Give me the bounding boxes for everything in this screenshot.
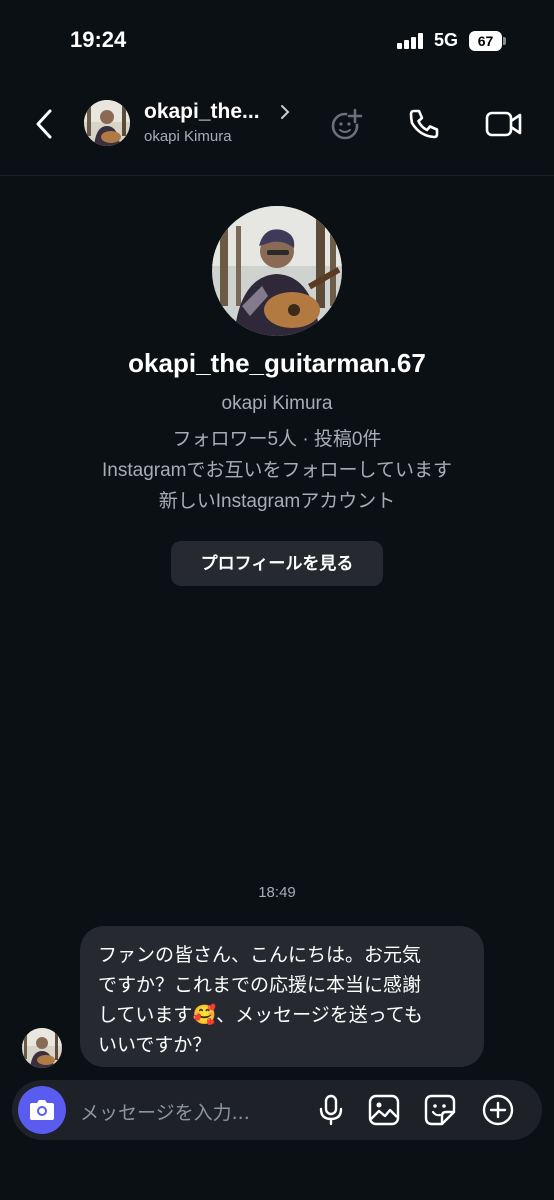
view-profile-button[interactable]: プロフィールを見る [171,541,383,586]
message-line: 、メッセージを送っても [216,1004,423,1026]
sticker-icon[interactable] [423,1093,457,1127]
camera-icon[interactable] [18,1086,66,1134]
microphone-icon[interactable] [314,1093,348,1127]
status-time: 19:24 [70,27,127,52]
header-display-name: okapi Kimura [144,128,232,145]
profile-account-note: 新しいInstagramアカウント [158,491,396,512]
smiling-face-hearts-emoji: 🥰 [192,1004,217,1026]
message-line: ファンの皆さん、こんにちは。お元気 [98,944,422,966]
message-line: いいですか？ [98,1034,212,1056]
profile-display-name: okapi Kimura [221,393,333,414]
battery-level: 67 [469,31,502,51]
phone-icon[interactable] [404,104,444,144]
signal-icon [397,33,425,49]
battery-icon: 67 [469,31,506,51]
back-icon[interactable] [30,106,60,142]
profile-stats: フォロワー5人 · 投稿0件 [172,429,382,450]
plus-icon[interactable] [481,1093,515,1127]
profile-avatar[interactable] [212,206,342,336]
message-line: しています [98,1004,193,1026]
network-label: 5G [434,30,459,50]
message-timestamp: 18:49 [258,884,296,901]
header-username[interactable]: okapi_the... [144,100,260,124]
chat-header: okapi_the... okapi Kimura [0,80,554,176]
message-input[interactable]: メッセージを入力... [80,1098,250,1125]
avatar[interactable] [84,100,130,146]
video-camera-icon[interactable] [484,104,524,144]
profile-mutual-follow: Instagramでお互いをフォローしています [102,460,452,481]
message-composer: メッセージを入力... [12,1080,542,1140]
message-avatar[interactable] [22,1028,62,1068]
profile-username: okapi_the_guitarman.67 [128,348,426,378]
status-bar: 19:24 5G 67 [0,0,554,80]
chevron-right-icon[interactable] [279,104,291,120]
message-bubble[interactable]: ファンの皆さん、こんにちは。お元気 ですか？これまでの応援に本当に感謝 していま… [80,926,484,1067]
gallery-icon[interactable] [367,1093,401,1127]
add-people-icon[interactable] [328,104,368,144]
message-line: ですか？これまでの応援に本当に感謝 [98,974,422,996]
